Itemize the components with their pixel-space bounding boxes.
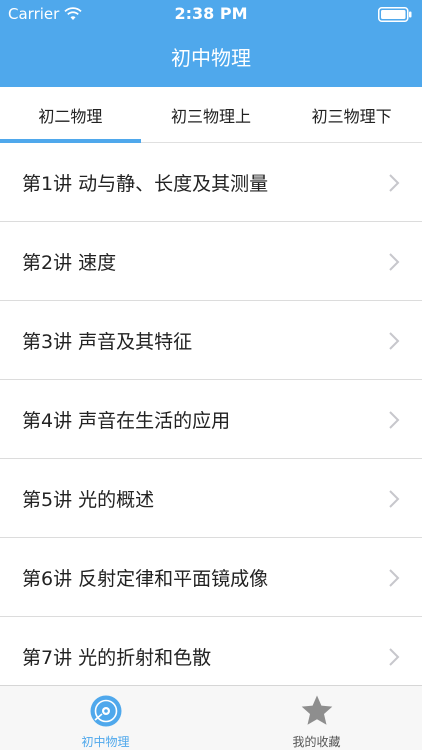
lesson-title: 第3讲 声音及其特征 — [22, 331, 193, 353]
lesson-title: 第5讲 光的概述 — [22, 489, 155, 511]
tabbar-item-favorites[interactable]: 我的收藏 — [211, 686, 422, 750]
category-tabs: 初二物理 初三物理上 初三物理下 — [0, 87, 422, 143]
chevron-right-icon — [389, 411, 400, 429]
star-icon — [301, 695, 333, 725]
chevron-right-icon — [389, 174, 400, 192]
tab-grade9-first[interactable]: 初三物理上 — [141, 87, 282, 142]
tabbar-item-physics[interactable]: 初中物理 — [0, 686, 211, 750]
status-bar: Carrier 2:38 PM — [0, 0, 422, 28]
app-screen: Carrier 2:38 PM 初中物理 初二物理 初三物理上 初三物理下 第1… — [0, 0, 422, 750]
tab-label: 初二物理 — [38, 106, 103, 126]
lesson-item-5[interactable]: 第5讲 光的概述 — [0, 459, 422, 538]
tabbar-label: 初中物理 — [81, 735, 130, 749]
status-time: 2:38 PM — [174, 4, 248, 23]
lesson-item-2[interactable]: 第2讲 速度 — [0, 222, 422, 301]
lesson-title: 第1讲 动与静、长度及其测量 — [22, 173, 269, 195]
tab-label: 初三物理上 — [171, 106, 252, 126]
chevron-right-icon — [389, 490, 400, 508]
header: Carrier 2:38 PM 初中物理 — [0, 0, 422, 87]
chevron-right-icon — [389, 648, 400, 666]
lesson-title: 第7讲 光的折射和色散 — [22, 647, 212, 669]
lesson-item-7[interactable]: 第7讲 光的折射和色散 — [0, 617, 422, 685]
lesson-item-6[interactable]: 第6讲 反射定律和平面镜成像 — [0, 538, 422, 617]
bottom-tab-bar: 初中物理 我的收藏 — [0, 685, 422, 750]
lesson-item-3[interactable]: 第3讲 声音及其特征 — [0, 301, 422, 380]
lesson-item-1[interactable]: 第1讲 动与静、长度及其测量 — [0, 143, 422, 222]
chevron-right-icon — [389, 332, 400, 350]
lesson-title: 第4讲 声音在生活的应用 — [22, 410, 231, 432]
tab-label: 初三物理下 — [311, 106, 392, 126]
lesson-item-4[interactable]: 第4讲 声音在生活的应用 — [0, 380, 422, 459]
tab-grade9-second[interactable]: 初三物理下 — [281, 87, 422, 142]
tabbar-label: 我的收藏 — [292, 735, 341, 749]
chevron-right-icon — [389, 253, 400, 271]
lesson-title: 第2讲 速度 — [22, 252, 117, 274]
lesson-title: 第6讲 反射定律和平面镜成像 — [22, 568, 269, 590]
chevron-right-icon — [389, 569, 400, 587]
lesson-list[interactable]: 第1讲 动与静、长度及其测量 第2讲 速度 第3讲 声音及其特征 第4讲 声音在… — [0, 143, 422, 685]
disc-icon — [90, 695, 122, 727]
page-title: 初中物理 — [171, 46, 251, 70]
tab-grade8[interactable]: 初二物理 — [0, 87, 141, 142]
battery-icon — [378, 7, 412, 22]
